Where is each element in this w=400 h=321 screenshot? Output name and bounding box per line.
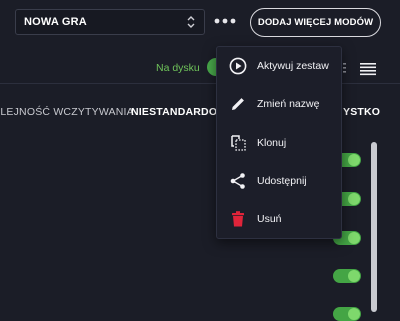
menu-item-share[interactable]: Udostępnij [217,167,343,195]
mod-toggle[interactable] [333,269,361,283]
select-chevron-icon [187,16,195,28]
pencil-icon [232,98,244,110]
clone-icon [231,135,246,151]
menu-item-clone[interactable]: Klonuj [217,129,343,157]
menu-item-label: Udostępnij [257,175,307,187]
context-menu: Aktywuj zestaw Zmień nazwę Klonuj Udostę… [216,46,342,239]
play-circle-icon [229,57,247,75]
menu-item-rename[interactable]: Zmień nazwę [217,90,343,118]
game-profile-select[interactable]: NOWA GRA [15,9,205,35]
game-profile-select-value: NOWA GRA [24,16,87,28]
menu-item-delete[interactable]: Usuń [217,205,343,233]
scrollbar[interactable] [371,142,377,312]
tab-all[interactable]: YSTKO [343,106,380,118]
mod-toggle[interactable] [333,307,361,321]
menu-item-label: Usuń [257,213,282,225]
list-view-icon[interactable] [360,63,376,76]
top-bar: NOWA GRA DODAJ WIĘCEJ MODÓW [0,0,400,46]
menu-item-label: Klonuj [257,137,287,149]
more-options-icon[interactable] [212,13,238,29]
tab-load-order[interactable]: OLEJNOŚĆ WCZYTYWANIA [0,106,134,118]
menu-item-activate[interactable]: Aktywuj zestaw [217,52,343,80]
share-icon [230,173,245,189]
grid-view-icon[interactable] [343,63,346,73]
menu-item-label: Aktywuj zestaw [257,60,329,72]
add-more-mods-button[interactable]: DODAJ WIĘCEJ MODÓW [250,8,381,37]
view-mode-icons [343,63,376,76]
on-disk-filter-label: Na dysku [156,62,200,74]
tab-custom[interactable]: NIESTANDARDOW [131,106,227,118]
menu-item-label: Zmień nazwę [257,98,320,110]
trash-icon [232,211,244,227]
